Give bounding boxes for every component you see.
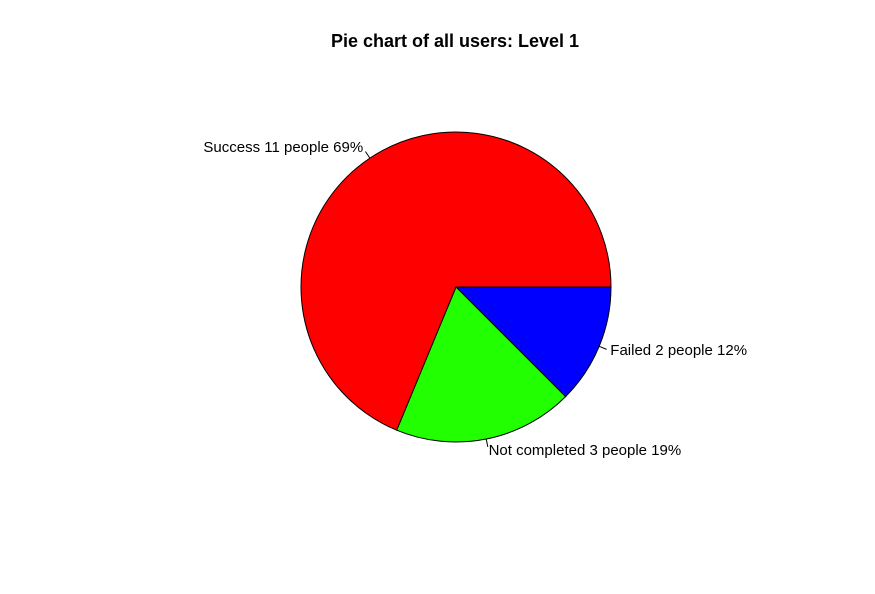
- pie-chart-svg: Pie chart of all users: Level 1 Failed 2…: [203, 31, 747, 459]
- pie-slices: [300, 131, 612, 443]
- pie-chart: Pie chart of all users: Level 1 Failed 2…: [0, 0, 875, 594]
- chart-title: Pie chart of all users: Level 1: [331, 31, 579, 51]
- slice-label-not-completed: Not completed 3 people 19%: [489, 442, 682, 459]
- slice-label-success: Success 11 people 69%: [203, 139, 363, 156]
- slice-label-failed: Failed 2 people 12%: [610, 342, 747, 359]
- leader-line-failed: [599, 345, 607, 350]
- leader-line-not-completed: [485, 438, 489, 447]
- leader-line-success: [365, 151, 371, 159]
